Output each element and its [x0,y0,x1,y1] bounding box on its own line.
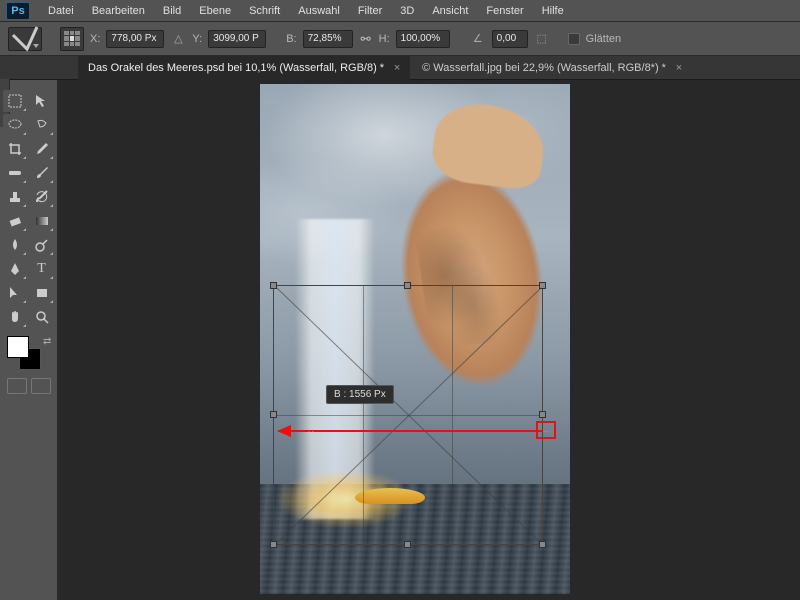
options-bar: X: △ Y: B: ⚯ H: ∠ ⬚ Glätten [0,22,800,56]
menu-3d[interactable]: 3D [392,3,422,19]
height-label: H: [379,33,390,45]
app-logo[interactable]: Ps [6,2,30,20]
x-input[interactable] [106,30,164,48]
width-label: B: [286,33,296,45]
quickmask-mode-icon[interactable] [31,378,51,394]
close-icon[interactable]: × [672,61,686,75]
move-tool-icon[interactable] [30,90,54,112]
annotation-arrow [278,430,543,432]
workspace: T ⇄ [0,80,800,600]
healing-brush-tool-icon[interactable] [3,162,27,184]
foreground-color-swatch[interactable] [7,336,29,358]
document-tab-title: © Wasserfall.jpg bei 22,9% (Wasserfall, … [422,62,666,74]
path-select-tool-icon[interactable] [3,282,27,304]
marquee-tool-icon[interactable] [3,90,27,112]
dodge-tool-icon[interactable] [30,234,54,256]
close-icon[interactable]: × [390,61,404,75]
standard-mode-icon[interactable] [7,378,27,394]
menu-edit[interactable]: Bearbeiten [84,3,153,19]
annotation-handle-highlight: ↔ [536,421,556,439]
hand-tool-icon[interactable] [3,306,27,328]
menu-file[interactable]: Datei [40,3,82,19]
document-tab-strip: Das Orakel des Meeres.psd bei 10,1% (Was… [0,56,800,80]
menu-view[interactable]: Ansicht [424,3,476,19]
resize-cursor-icon: ↔ [306,426,316,437]
clone-stamp-tool-icon[interactable] [3,186,27,208]
dimension-tooltip: B : 1556 Px [326,385,394,404]
document-tab[interactable]: Das Orakel des Meeres.psd bei 10,1% (Was… [78,56,410,80]
menu-window[interactable]: Fenster [478,3,531,19]
zoom-tool-icon[interactable] [30,306,54,328]
angle-input[interactable] [492,30,528,48]
menu-help[interactable]: Hilfe [534,3,572,19]
angle-icon: ∠ [470,31,486,47]
skew-icon[interactable]: ⬚ [534,31,550,47]
document-tab-title: Das Orakel des Meeres.psd bei 10,1% (Was… [88,62,384,74]
y-input[interactable] [208,30,266,48]
reference-point-grid[interactable] [60,27,84,51]
delta-icon[interactable]: △ [170,31,186,47]
width-input[interactable] [303,30,353,48]
pen-tool-icon[interactable] [3,258,27,280]
swap-colors-icon[interactable]: ⇄ [43,336,51,347]
image-boat [355,488,425,504]
brush-tool-icon[interactable] [30,162,54,184]
menu-select[interactable]: Auswahl [290,3,348,19]
crop-tool-icon[interactable] [3,138,27,160]
tool-preset-picker[interactable] [8,27,42,51]
quick-select-tool-icon[interactable] [30,114,54,136]
history-brush-tool-icon[interactable] [30,186,54,208]
lasso-tool-icon[interactable] [3,114,27,136]
gradient-tool-icon[interactable] [30,210,54,232]
height-input[interactable] [396,30,450,48]
canvas-area[interactable]: B : 1556 Px ↔ ↔ [58,80,800,600]
toolbox: T ⇄ [0,80,58,600]
eraser-tool-icon[interactable] [3,210,27,232]
document-canvas[interactable] [260,84,570,594]
menu-type[interactable]: Schrift [241,3,288,19]
color-swatches: ⇄ [3,334,54,370]
blur-tool-icon[interactable] [3,234,27,256]
image-waterfall [295,219,375,519]
type-tool-icon[interactable]: T [30,258,54,280]
smooth-checkbox[interactable] [568,33,580,45]
menu-bar: Ps Datei Bearbeiten Bild Ebene Schrift A… [0,0,800,22]
menu-layer[interactable]: Ebene [191,3,239,19]
menu-image[interactable]: Bild [155,3,189,19]
link-aspect-icon[interactable]: ⚯ [359,32,373,46]
x-label: X: [90,33,100,45]
menu-filter[interactable]: Filter [350,3,390,19]
smooth-label: Glätten [586,33,621,45]
document-tab[interactable]: © Wasserfall.jpg bei 22,9% (Wasserfall, … [412,56,692,80]
rectangle-tool-icon[interactable] [30,282,54,304]
y-label: Y: [192,33,202,45]
eyedropper-tool-icon[interactable] [30,138,54,160]
